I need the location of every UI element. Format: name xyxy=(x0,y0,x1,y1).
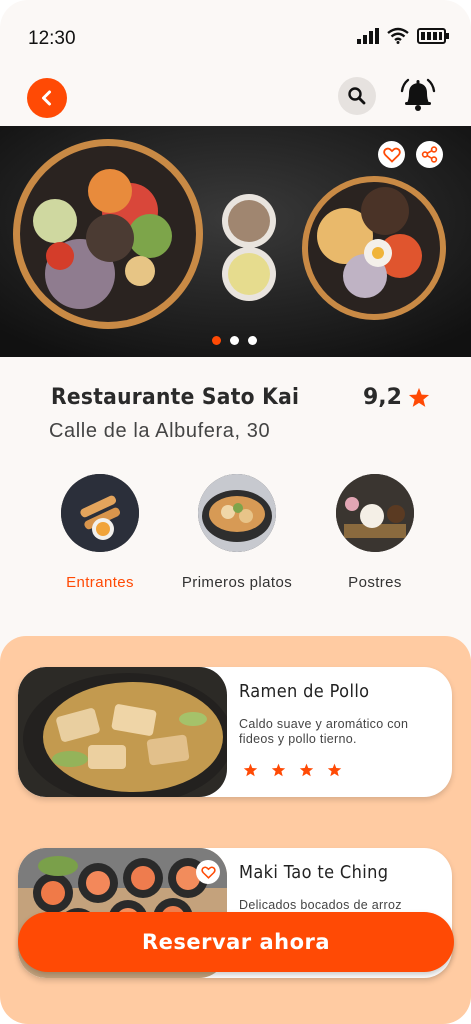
favorite-button[interactable] xyxy=(378,141,405,168)
category-entrantes[interactable]: Entrantes xyxy=(35,474,165,591)
restaurant-address: Calle de la Albufera, 30 xyxy=(49,420,271,442)
dish-card[interactable]: Ramen de Pollo Caldo suave y aromático c… xyxy=(18,667,452,797)
category-postres[interactable]: Postres xyxy=(310,474,440,591)
bell-icon xyxy=(400,78,436,111)
notifications-button[interactable] xyxy=(398,75,438,115)
carousel-dot[interactable] xyxy=(212,336,221,345)
category-image xyxy=(336,474,414,552)
chevron-left-icon xyxy=(42,90,51,106)
app-screen: 12:30 Restaurante Sato Kai 9,2 Calle de … xyxy=(0,0,471,1024)
reserve-button[interactable]: Reservar ahora xyxy=(18,912,454,972)
dish-description: Caldo suave y aromático con fideos y pol… xyxy=(239,717,409,746)
status-time: 12:30 xyxy=(28,28,76,49)
share-icon xyxy=(421,146,438,163)
star-icon xyxy=(299,763,314,777)
restaurant-name: Restaurante Sato Kai xyxy=(51,385,300,410)
carousel-dot[interactable] xyxy=(248,336,257,345)
carousel-indicator xyxy=(212,336,257,345)
star-icon xyxy=(327,763,342,777)
restaurant-rating: 9,2 xyxy=(363,385,430,410)
star-icon xyxy=(408,387,430,407)
category-primeros-platos[interactable]: Primeros platos xyxy=(172,474,302,591)
heart-icon xyxy=(382,147,401,163)
dish-favorite-button[interactable] xyxy=(196,860,220,884)
category-label: Primeros platos xyxy=(181,574,293,591)
share-button[interactable] xyxy=(416,141,443,168)
system-icons xyxy=(357,27,449,44)
category-label: Postres xyxy=(348,574,402,591)
wifi-icon xyxy=(387,27,409,44)
star-icon xyxy=(271,763,286,777)
category-image xyxy=(61,474,139,552)
category-image xyxy=(198,474,276,552)
status-bar: 12:30 xyxy=(0,0,471,70)
star-icon xyxy=(243,763,258,777)
search-icon xyxy=(348,87,366,105)
heart-icon xyxy=(200,865,216,879)
dish-image xyxy=(18,667,227,797)
dish-rating-stars xyxy=(243,763,342,777)
battery-icon xyxy=(417,27,449,44)
back-button[interactable] xyxy=(27,78,67,118)
rating-value: 9,2 xyxy=(363,385,402,410)
signal-icon xyxy=(357,27,379,44)
dish-title: Maki Tao te Ching xyxy=(239,862,389,883)
search-button[interactable] xyxy=(338,77,376,115)
category-label: Entrantes xyxy=(66,574,134,591)
carousel-dot[interactable] xyxy=(230,336,239,345)
dish-title: Ramen de Pollo xyxy=(239,681,370,702)
